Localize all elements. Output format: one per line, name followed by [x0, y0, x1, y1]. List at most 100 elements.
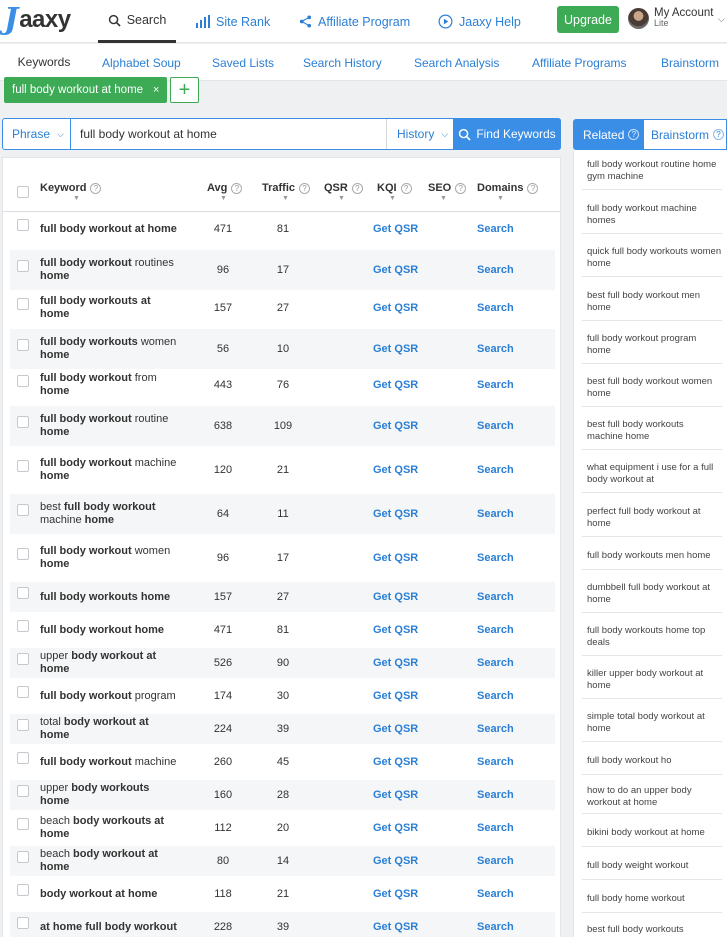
keyword-cell[interactable]: full body workout machine [40, 747, 180, 777]
domains-search-link[interactable]: Search [477, 368, 514, 402]
related-keyword-item[interactable]: full body home workout [582, 885, 722, 913]
domains-search-link[interactable]: Search [477, 615, 514, 645]
keyword-cell[interactable]: upper body workouts home [40, 780, 180, 810]
help-icon[interactable]: ? [400, 182, 412, 194]
row-checkbox[interactable] [17, 653, 29, 665]
domains-search-link[interactable]: Search [477, 747, 514, 777]
row-checkbox[interactable] [17, 219, 29, 231]
help-icon[interactable]: ? [527, 182, 539, 194]
domains-search-link[interactable]: Search [477, 406, 514, 446]
domains-search-link[interactable]: Search [477, 212, 514, 246]
related-keyword-item[interactable]: full body weight workout [582, 852, 722, 880]
keyword-cell[interactable]: full body workout from home [40, 368, 180, 402]
keyword-cell[interactable]: at home full body workout [40, 912, 180, 937]
get-qsr-link[interactable]: Get QSR [373, 615, 418, 645]
related-keyword-item[interactable]: bikini body workout at home [582, 819, 722, 847]
keyword-cell[interactable]: full body workout machine home [40, 450, 180, 490]
related-keyword-item[interactable]: best full body workout women home [582, 369, 722, 407]
account-menu[interactable]: My Account Lite [654, 7, 713, 29]
keyword-cell[interactable]: best full body workout machine home [40, 494, 180, 534]
get-qsr-link[interactable]: Get QSR [373, 879, 418, 909]
related-keyword-item[interactable]: full body workout routine home gym machi… [582, 152, 722, 190]
get-qsr-link[interactable]: Get QSR [373, 450, 418, 490]
get-qsr-link[interactable]: Get QSR [373, 747, 418, 777]
related-keyword-item[interactable]: best full body workouts [582, 918, 722, 937]
get-qsr-link[interactable]: Get QSR [373, 780, 418, 810]
col-qsr[interactable]: QSR? [324, 182, 363, 194]
domains-search-link[interactable]: Search [477, 648, 514, 678]
row-checkbox[interactable] [17, 785, 29, 797]
get-qsr-link[interactable]: Get QSR [373, 329, 418, 369]
get-qsr-link[interactable]: Get QSR [373, 538, 418, 578]
related-keyword-item[interactable]: full body workouts men home [582, 542, 722, 570]
get-qsr-link[interactable]: Get QSR [373, 714, 418, 744]
related-keyword-item[interactable]: how to do an upper body workout at home [582, 780, 722, 814]
related-keyword-item[interactable]: dumbbell full body workout at home [582, 575, 722, 613]
keyword-cell[interactable]: total body workout at home [40, 714, 180, 744]
tab-related[interactable]: Related ? [574, 120, 644, 149]
chevron-down-icon[interactable]: ⌵ [718, 14, 725, 25]
find-keywords-button[interactable]: Find Keywords [453, 118, 561, 150]
domains-search-link[interactable]: Search [477, 780, 514, 810]
get-qsr-link[interactable]: Get QSR [373, 494, 418, 534]
row-checkbox[interactable] [17, 752, 29, 764]
keyword-cell[interactable]: full body workout home [40, 615, 180, 645]
tab-brainstorm-side[interactable]: Brainstorm ? [651, 120, 725, 149]
get-qsr-link[interactable]: Get QSR [373, 912, 418, 937]
keyword-cell[interactable]: beach body workout at home [40, 846, 180, 876]
get-qsr-link[interactable]: Get QSR [373, 250, 418, 290]
match-type-select[interactable]: Phrase ⌵ [3, 119, 71, 149]
sort-domains-icon[interactable]: ▼ [497, 195, 504, 202]
get-qsr-link[interactable]: Get QSR [373, 212, 418, 246]
domains-search-link[interactable]: Search [477, 912, 514, 937]
select-all-checkbox[interactable] [17, 186, 29, 198]
domains-search-link[interactable]: Search [477, 681, 514, 711]
sort-qsr-icon[interactable]: ▼ [338, 195, 345, 202]
domains-search-link[interactable]: Search [477, 450, 514, 490]
row-checkbox[interactable] [17, 504, 29, 516]
get-qsr-link[interactable]: Get QSR [373, 291, 418, 325]
sort-avg-icon[interactable]: ▼ [220, 195, 227, 202]
row-checkbox[interactable] [17, 587, 29, 599]
row-checkbox[interactable] [17, 686, 29, 698]
tab-search-history[interactable]: Search History [303, 44, 382, 81]
related-keyword-item[interactable]: full body workout program home [582, 326, 722, 364]
related-keyword-item[interactable]: killer upper body workout at home [582, 661, 722, 699]
help-icon[interactable]: ? [455, 182, 467, 194]
row-checkbox[interactable] [17, 818, 29, 830]
keyword-cell[interactable]: full body workout program [40, 681, 180, 711]
related-keyword-item[interactable]: simple total body workout at home [582, 704, 722, 742]
keyword-cell[interactable]: full body workout routines home [40, 250, 180, 290]
col-avg[interactable]: Avg? [207, 182, 243, 194]
keyword-cell[interactable]: full body workouts women home [40, 329, 180, 369]
row-checkbox[interactable] [17, 620, 29, 632]
col-kqi[interactable]: KQI? [377, 182, 412, 194]
keyword-cell[interactable]: full body workout women home [40, 538, 180, 578]
sort-seo-icon[interactable]: ▼ [440, 195, 447, 202]
help-icon[interactable]: ? [713, 129, 725, 140]
search-input[interactable]: full body workout at home [80, 119, 217, 149]
tab-alphabet-soup[interactable]: Alphabet Soup [102, 44, 181, 81]
sort-kqi-icon[interactable]: ▼ [389, 195, 396, 202]
get-qsr-link[interactable]: Get QSR [373, 648, 418, 678]
domains-search-link[interactable]: Search [477, 582, 514, 612]
col-traffic[interactable]: Traffic? [262, 182, 311, 194]
domains-search-link[interactable]: Search [477, 291, 514, 325]
related-keyword-item[interactable]: quick full body workouts women home [582, 239, 722, 277]
keyword-cell[interactable]: body workout at home [40, 879, 180, 909]
domains-search-link[interactable]: Search [477, 846, 514, 876]
domains-search-link[interactable]: Search [477, 329, 514, 369]
row-checkbox[interactable] [17, 260, 29, 272]
tab-keywords[interactable]: Keywords [7, 44, 81, 81]
domains-search-link[interactable]: Search [477, 813, 514, 843]
upgrade-button[interactable]: Upgrade [557, 6, 619, 33]
domains-search-link[interactable]: Search [477, 250, 514, 290]
avatar[interactable] [628, 8, 649, 29]
tab-brainstorm[interactable]: Brainstorm [661, 44, 719, 81]
sort-keyword-icon[interactable]: ▼ [73, 195, 80, 202]
get-qsr-link[interactable]: Get QSR [373, 846, 418, 876]
domains-search-link[interactable]: Search [477, 714, 514, 744]
domains-search-link[interactable]: Search [477, 538, 514, 578]
history-dropdown[interactable]: History ⌵ [386, 119, 454, 149]
row-checkbox[interactable] [17, 375, 29, 387]
